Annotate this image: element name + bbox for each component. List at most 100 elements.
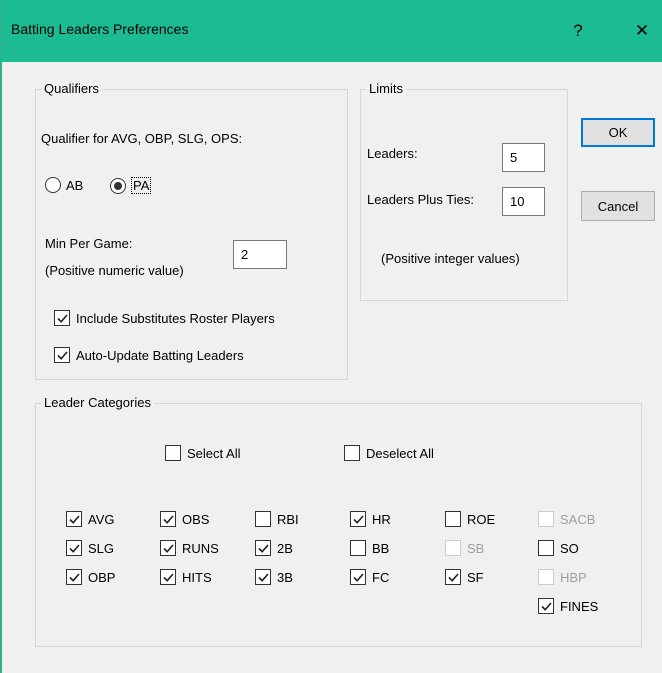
auto-update-label: Auto-Update Batting Leaders bbox=[76, 347, 244, 363]
category-roe-checkbox[interactable]: ROE bbox=[445, 511, 495, 527]
category-runs-box[interactable] bbox=[160, 540, 176, 556]
category-slg-box[interactable] bbox=[66, 540, 82, 556]
category-fc-checkbox[interactable]: FC bbox=[350, 569, 389, 585]
category-runs-label: RUNS bbox=[182, 540, 219, 556]
auto-update-checkbox[interactable]: Auto-Update Batting Leaders bbox=[54, 347, 244, 363]
checkmark-icon bbox=[447, 572, 459, 582]
category-avg-checkbox[interactable]: AVG bbox=[66, 511, 115, 527]
include-substitutes-checkbox[interactable]: Include Substitutes Roster Players bbox=[54, 310, 275, 326]
close-button[interactable]: ✕ bbox=[622, 15, 662, 47]
category-rbi-box[interactable] bbox=[255, 511, 271, 527]
checkmark-icon bbox=[56, 313, 68, 323]
radio-pa[interactable]: PA bbox=[110, 177, 152, 194]
min-per-game-input[interactable]: 2 bbox=[233, 240, 287, 269]
category-sf-label: SF bbox=[467, 569, 484, 585]
category-obs-box[interactable] bbox=[160, 511, 176, 527]
category-fines-checkbox[interactable]: FINES bbox=[538, 598, 598, 614]
checkmark-icon bbox=[162, 543, 174, 553]
leaders-ties-value: 10 bbox=[510, 194, 525, 209]
help-button[interactable]: ? bbox=[558, 15, 598, 47]
select-all-box[interactable] bbox=[165, 445, 181, 461]
category-fc-box[interactable] bbox=[350, 569, 366, 585]
category-slg-checkbox[interactable]: SLG bbox=[66, 540, 114, 556]
deselect-all-checkbox[interactable]: Deselect All bbox=[344, 445, 434, 461]
checkmark-icon bbox=[352, 514, 364, 524]
leaders-input[interactable]: 5 bbox=[502, 143, 545, 172]
category-sacb-box bbox=[538, 511, 554, 527]
category-hr-box[interactable] bbox=[350, 511, 366, 527]
qualifiers-group-label: Qualifiers bbox=[41, 81, 102, 96]
radio-ab-circle[interactable] bbox=[45, 177, 61, 193]
limits-hint: (Positive integer values) bbox=[381, 251, 520, 266]
min-per-game-hint: (Positive numeric value) bbox=[45, 263, 184, 278]
category-3b-box[interactable] bbox=[255, 569, 271, 585]
category-roe-box[interactable] bbox=[445, 511, 461, 527]
category-sacb-checkbox: SACB bbox=[538, 511, 595, 527]
category-3b-checkbox[interactable]: 3B bbox=[255, 569, 293, 585]
category-fines-label: FINES bbox=[560, 598, 599, 614]
category-roe-label: ROE bbox=[467, 511, 496, 527]
category-2b-box[interactable] bbox=[255, 540, 271, 556]
category-avg-box[interactable] bbox=[66, 511, 82, 527]
category-fines-box[interactable] bbox=[538, 598, 554, 614]
title-bar[interactable]: Batting Leaders Preferences ? ✕ bbox=[2, 0, 662, 62]
dialog-title: Batting Leaders Preferences bbox=[11, 21, 189, 37]
cancel-button[interactable]: Cancel bbox=[581, 191, 655, 221]
include-substitutes-box[interactable] bbox=[54, 310, 70, 326]
select-all-label: Select All bbox=[187, 445, 241, 461]
leader-categories-group-label: Leader Categories bbox=[41, 395, 154, 410]
category-hbp-box bbox=[538, 569, 554, 585]
category-so-box[interactable] bbox=[538, 540, 554, 556]
category-bb-box[interactable] bbox=[350, 540, 366, 556]
checkmark-icon bbox=[257, 543, 269, 553]
category-sf-box[interactable] bbox=[445, 569, 461, 585]
category-hits-label: HITS bbox=[182, 569, 212, 585]
checkmark-icon bbox=[68, 572, 80, 582]
category-bb-checkbox[interactable]: BB bbox=[350, 540, 389, 556]
category-runs-checkbox[interactable]: RUNS bbox=[160, 540, 219, 556]
auto-update-box[interactable] bbox=[54, 347, 70, 363]
radio-pa-circle[interactable] bbox=[110, 177, 126, 194]
category-so-checkbox[interactable]: SO bbox=[538, 540, 579, 556]
select-all-checkbox[interactable]: Select All bbox=[165, 445, 240, 461]
leaders-label: Leaders: bbox=[367, 146, 418, 161]
category-obp-label: OBP bbox=[88, 569, 116, 585]
deselect-all-box[interactable] bbox=[344, 445, 360, 461]
category-avg-label: AVG bbox=[88, 511, 115, 527]
radio-ab-label: AB bbox=[66, 177, 84, 193]
category-2b-checkbox[interactable]: 2B bbox=[255, 540, 293, 556]
cancel-button-label: Cancel bbox=[597, 198, 639, 214]
category-obs-checkbox[interactable]: OBS bbox=[160, 511, 209, 527]
category-hr-checkbox[interactable]: HR bbox=[350, 511, 391, 527]
radio-ab[interactable]: AB bbox=[45, 177, 83, 193]
checkmark-icon bbox=[162, 514, 174, 524]
checkmark-icon bbox=[257, 572, 269, 582]
category-obp-checkbox[interactable]: OBP bbox=[66, 569, 115, 585]
leaders-ties-input[interactable]: 10 bbox=[502, 187, 545, 216]
min-per-game-label: Min Per Game: bbox=[45, 236, 133, 251]
ok-button[interactable]: OK bbox=[581, 118, 655, 147]
preferences-dialog: Batting Leaders Preferences ? ✕ Qualifie… bbox=[0, 0, 662, 673]
checkmark-icon bbox=[162, 572, 174, 582]
checkmark-icon bbox=[352, 572, 364, 582]
category-sf-checkbox[interactable]: SF bbox=[445, 569, 484, 585]
radio-selected-dot bbox=[114, 181, 122, 190]
help-icon: ? bbox=[573, 21, 583, 40]
category-rbi-checkbox[interactable]: RBI bbox=[255, 511, 299, 527]
category-sacb-label: SACB bbox=[560, 511, 596, 527]
checkmark-icon bbox=[56, 350, 68, 360]
deselect-all-label: Deselect All bbox=[366, 445, 434, 461]
category-hits-checkbox[interactable]: HITS bbox=[160, 569, 212, 585]
category-sb-checkbox: SB bbox=[445, 540, 484, 556]
checkmark-icon bbox=[68, 543, 80, 553]
category-sb-box bbox=[445, 540, 461, 556]
include-substitutes-label: Include Substitutes Roster Players bbox=[76, 310, 275, 326]
radio-pa-label: PA bbox=[131, 177, 152, 194]
category-sb-label: SB bbox=[467, 540, 485, 556]
close-icon: ✕ bbox=[634, 21, 650, 40]
category-hbp-label: HBP bbox=[560, 569, 587, 585]
category-obp-box[interactable] bbox=[66, 569, 82, 585]
category-2b-label: 2B bbox=[277, 540, 293, 556]
category-hits-box[interactable] bbox=[160, 569, 176, 585]
min-per-game-value: 2 bbox=[241, 247, 249, 262]
